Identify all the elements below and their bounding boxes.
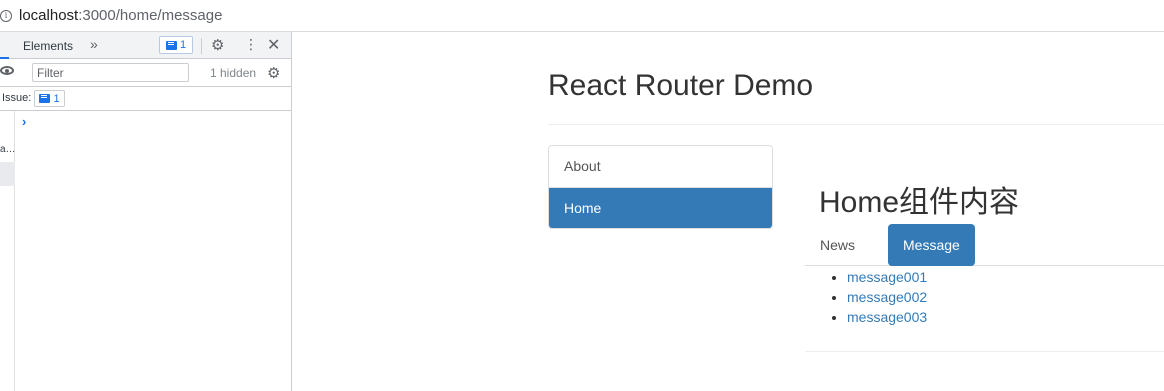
page-title: React Router Demo (548, 69, 814, 102)
header-divider (548, 124, 1164, 125)
issues-counter-button[interactable]: 1 (159, 36, 193, 54)
settings-gear-icon[interactable]: ⚙ (211, 36, 224, 54)
list-item: message003 (847, 307, 927, 327)
page-viewport: React Router Demo About Home Home组件内容 Ne… (293, 33, 1164, 391)
issues-label: Issue: (2, 92, 32, 104)
tab-message[interactable]: Message (888, 224, 975, 266)
site-info-icon[interactable]: i (0, 9, 12, 22)
home-heading: Home组件内容 (819, 186, 1020, 219)
issues-count: 1 (179, 39, 187, 51)
selected-entry[interactable] (0, 162, 15, 186)
url-host: localhost (19, 7, 79, 24)
console-settings-gear-icon[interactable]: ⚙ (267, 64, 280, 82)
close-icon[interactable]: ✕ (267, 35, 280, 55)
message-icon (39, 94, 51, 103)
eye-icon[interactable] (0, 66, 14, 75)
console-filter-bar: 1 hidden ⚙ (0, 59, 291, 87)
issues-bar: Issue: 1 (0, 87, 291, 111)
message-link[interactable]: message001 (847, 269, 927, 285)
home-tabs: News Message (805, 224, 1164, 266)
message-link[interactable]: message003 (847, 309, 927, 325)
message-link[interactable]: message002 (847, 289, 927, 305)
issues-badge[interactable]: 1 (34, 90, 65, 107)
content-divider (805, 351, 1164, 352)
more-options-icon[interactable]: ⋮ (244, 37, 258, 51)
url-text[interactable]: localhost:3000/home/message (19, 7, 222, 24)
list-item: message002 (847, 287, 927, 307)
message-icon (165, 40, 177, 50)
nav-item-about[interactable]: About (549, 146, 772, 187)
tab-elements[interactable]: Elements (23, 39, 73, 53)
console-sidebar: a… (0, 111, 16, 391)
list-item: message001 (847, 267, 927, 287)
filter-input[interactable] (32, 63, 189, 82)
address-bar[interactable]: i localhost:3000/home/message (0, 0, 1164, 32)
toolbar-divider (201, 38, 202, 54)
more-tabs-icon[interactable]: » (90, 36, 98, 52)
tab-news[interactable]: News (805, 224, 870, 266)
nav-item-home[interactable]: Home (549, 187, 772, 228)
hidden-count: 1 hidden (210, 66, 257, 80)
devtools-tabbar: Elements » 1 ⚙ ⋮ ✕ (0, 32, 291, 59)
side-nav: About Home (548, 145, 773, 229)
devtools-panel: Elements » 1 ⚙ ⋮ ✕ 1 hidden ⚙ Issue: 1 a… (0, 32, 292, 391)
console-prompt-icon[interactable]: › (22, 114, 26, 129)
issues-badge-count: 1 (53, 92, 60, 105)
truncated-entry: a… (0, 144, 16, 155)
url-path: :3000/home/message (78, 7, 223, 24)
console-body: a… › (0, 111, 291, 391)
message-list: message001 message002 message003 (847, 267, 927, 327)
